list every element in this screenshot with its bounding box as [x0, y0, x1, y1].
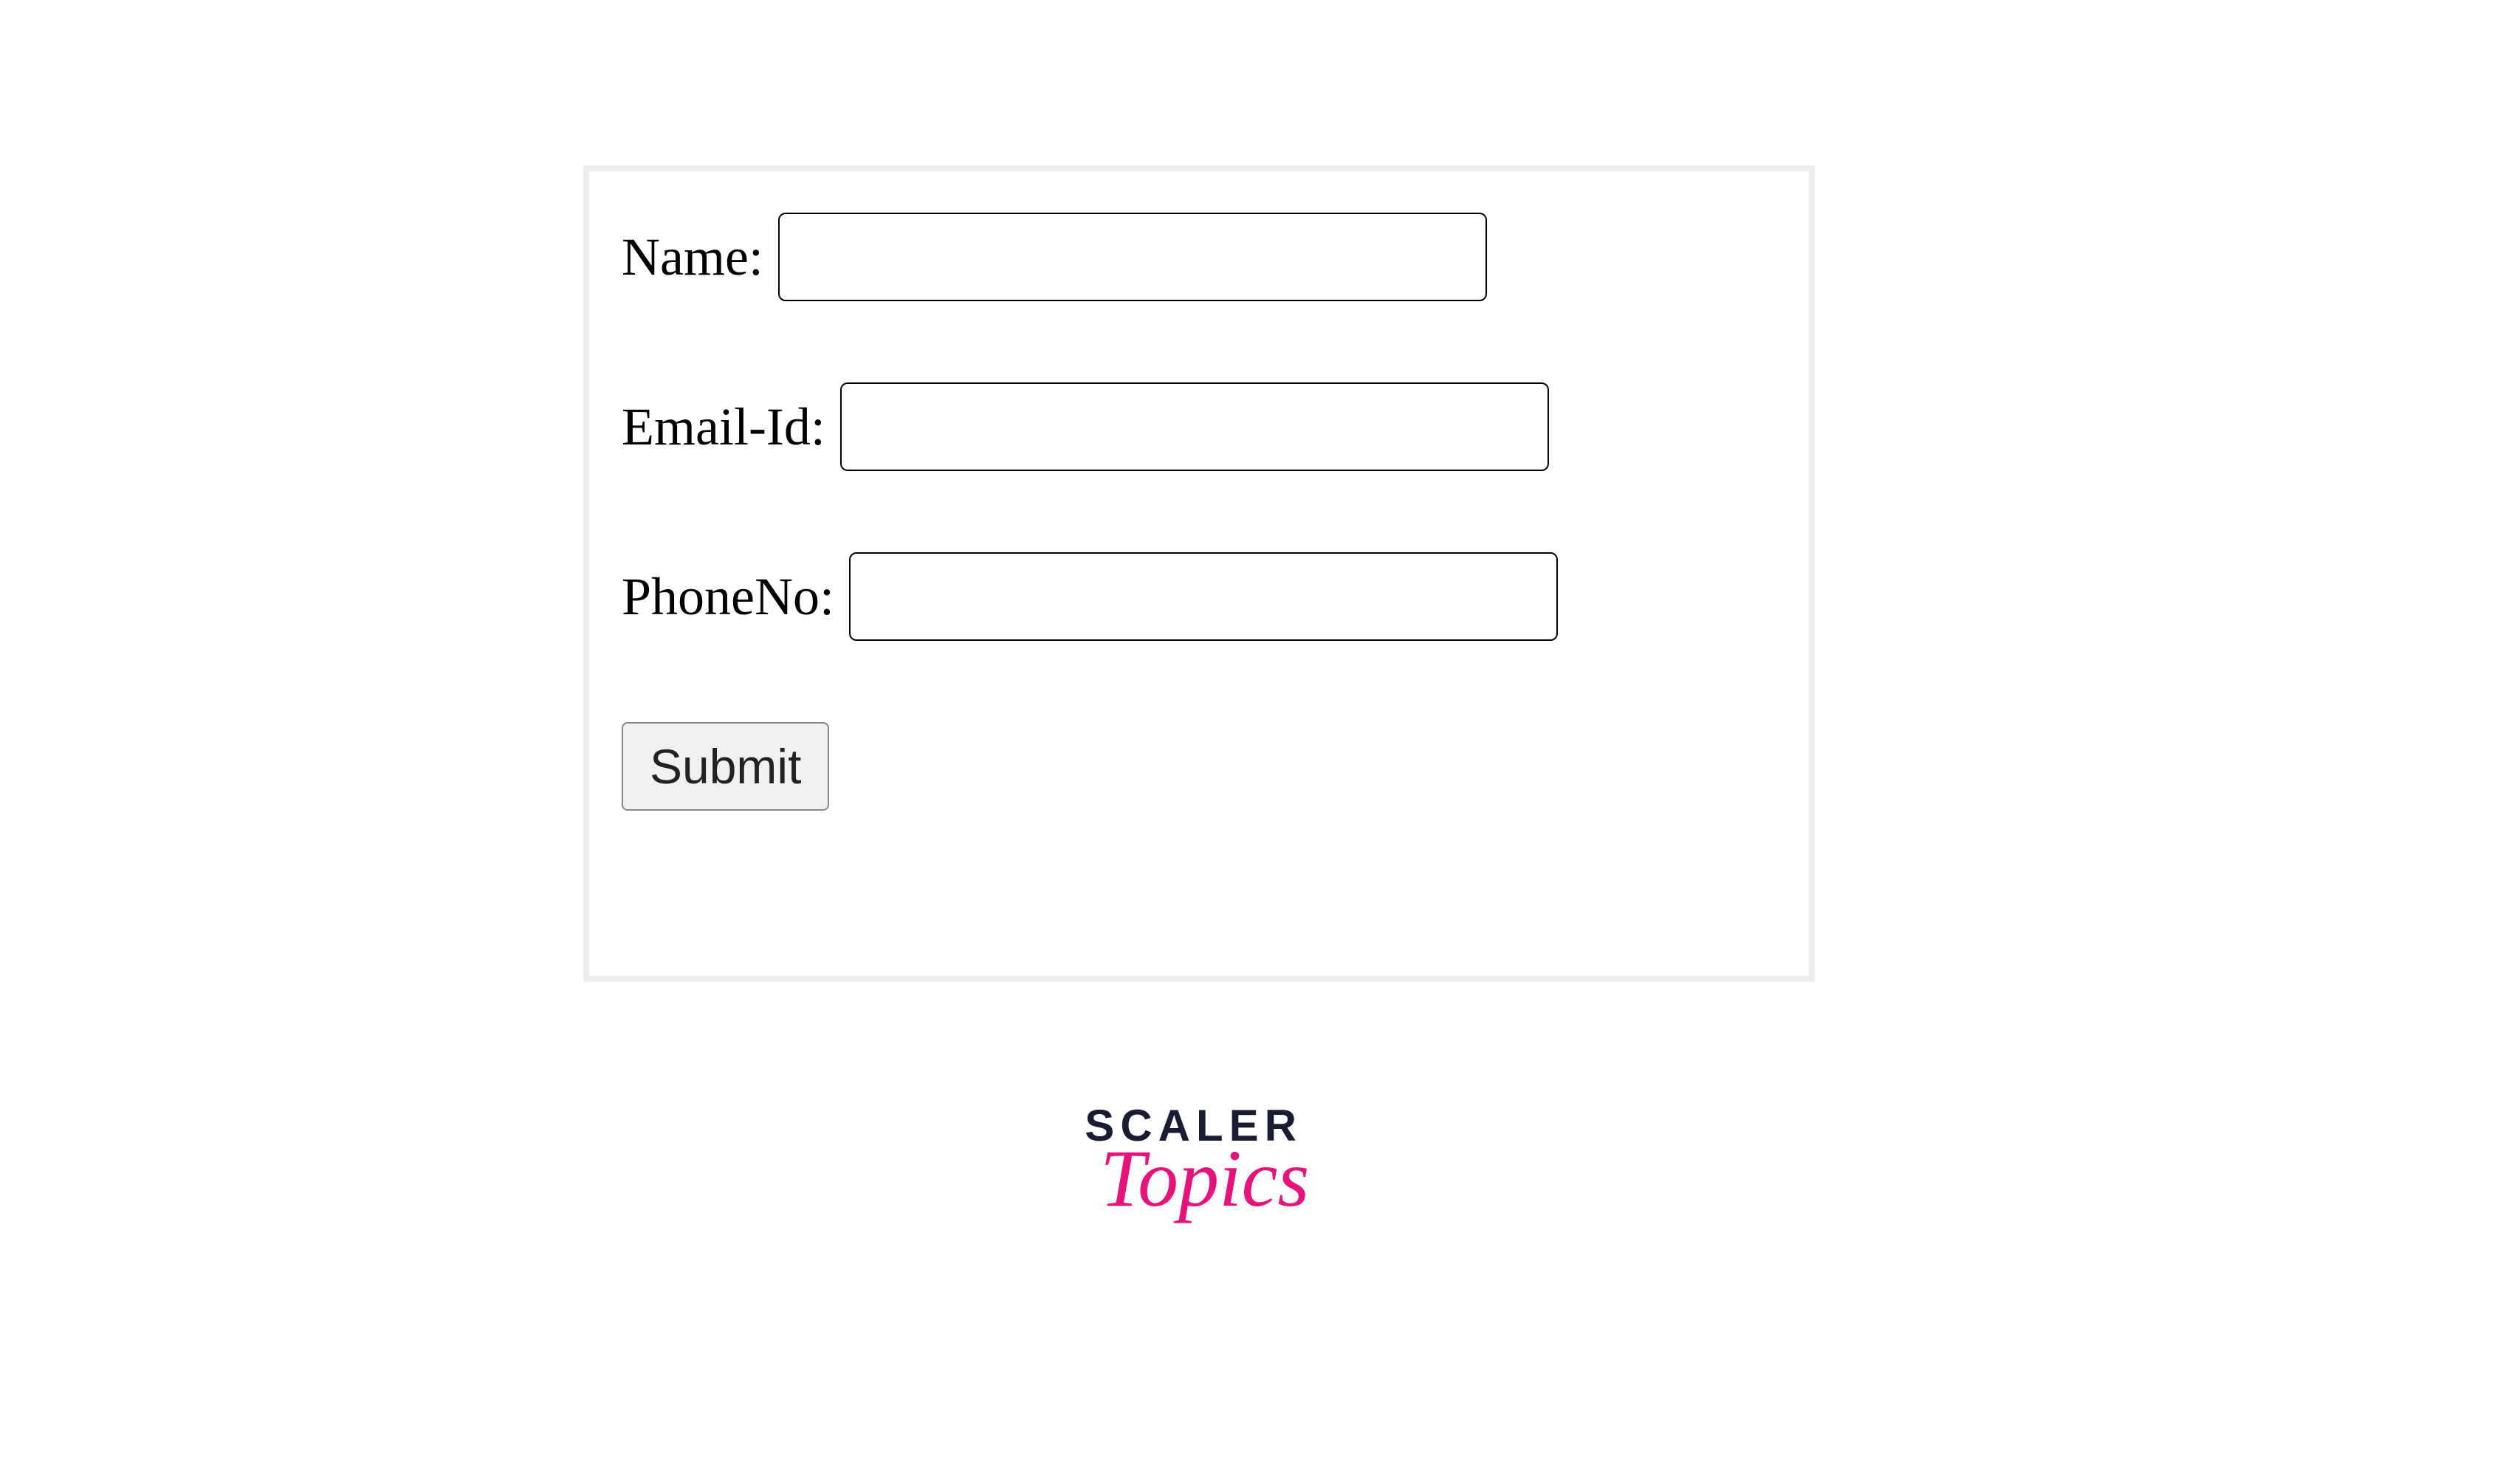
logo: SCALER Topics — [1078, 1100, 1309, 1226]
name-label: Name: — [622, 227, 763, 288]
email-row: Email-Id: — [622, 382, 1776, 471]
phone-input[interactable] — [849, 552, 1558, 641]
phone-row: PhoneNo: — [622, 552, 1776, 641]
form-container: Name: Email-Id: PhoneNo: Submit — [583, 165, 1815, 982]
phone-label: PhoneNo: — [622, 566, 834, 628]
name-row: Name: — [622, 213, 1776, 301]
email-input[interactable] — [840, 382, 1549, 471]
logo-subtitle: Topics — [1100, 1132, 1309, 1226]
email-label: Email-Id: — [622, 396, 825, 458]
submit-button[interactable]: Submit — [622, 722, 829, 811]
name-input[interactable] — [778, 213, 1487, 301]
